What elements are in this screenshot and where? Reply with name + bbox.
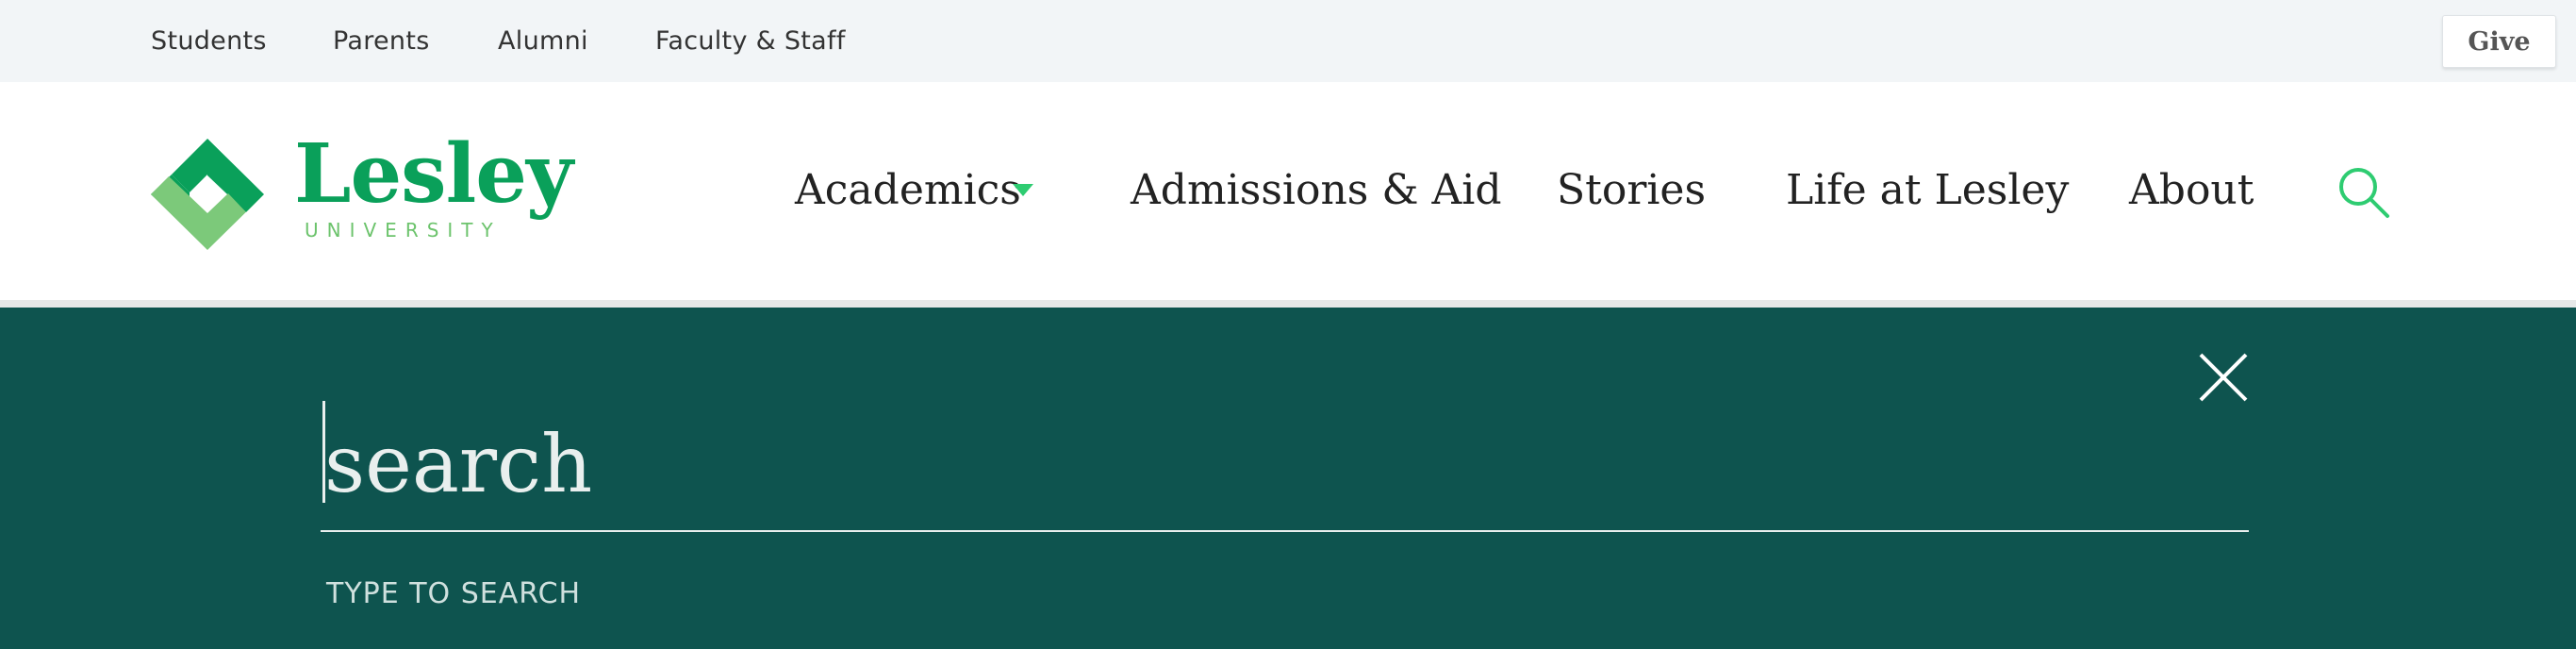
utility-link-parents[interactable]: Parents	[333, 26, 430, 56]
nav-item-stories[interactable]: Stories	[1557, 167, 1706, 213]
nav-item-life-at-lesley[interactable]: Life at Lesley	[1786, 167, 2069, 213]
search-hint: TYPE TO SEARCH	[326, 577, 582, 610]
nav-item-academics[interactable]: Academics	[795, 167, 1021, 213]
chevron-down-icon[interactable]	[1013, 184, 1033, 197]
nav-divider	[0, 300, 2576, 308]
close-icon[interactable]	[2197, 351, 2250, 404]
nav-item-about[interactable]: About	[2129, 167, 2254, 213]
search-input[interactable]	[321, 398, 2249, 532]
lesley-diamond-logo-icon	[151, 139, 264, 250]
logo-wordmark: Lesley	[294, 126, 573, 222]
utility-link-faculty-staff[interactable]: Faculty & Staff	[655, 26, 846, 56]
utility-link-students[interactable]: Students	[151, 26, 267, 56]
give-button[interactable]: Give	[2442, 15, 2556, 68]
nav-item-admissions-aid[interactable]: Admissions & Aid	[1131, 167, 1502, 213]
utility-bar: Students Parents Alumni Faculty & Staff …	[0, 0, 2576, 82]
logo-subline: UNIVERSITY	[305, 219, 502, 241]
search-icon[interactable]	[2337, 166, 2390, 219]
text-cursor	[322, 401, 325, 503]
utility-link-alumni[interactable]: Alumni	[498, 26, 588, 56]
